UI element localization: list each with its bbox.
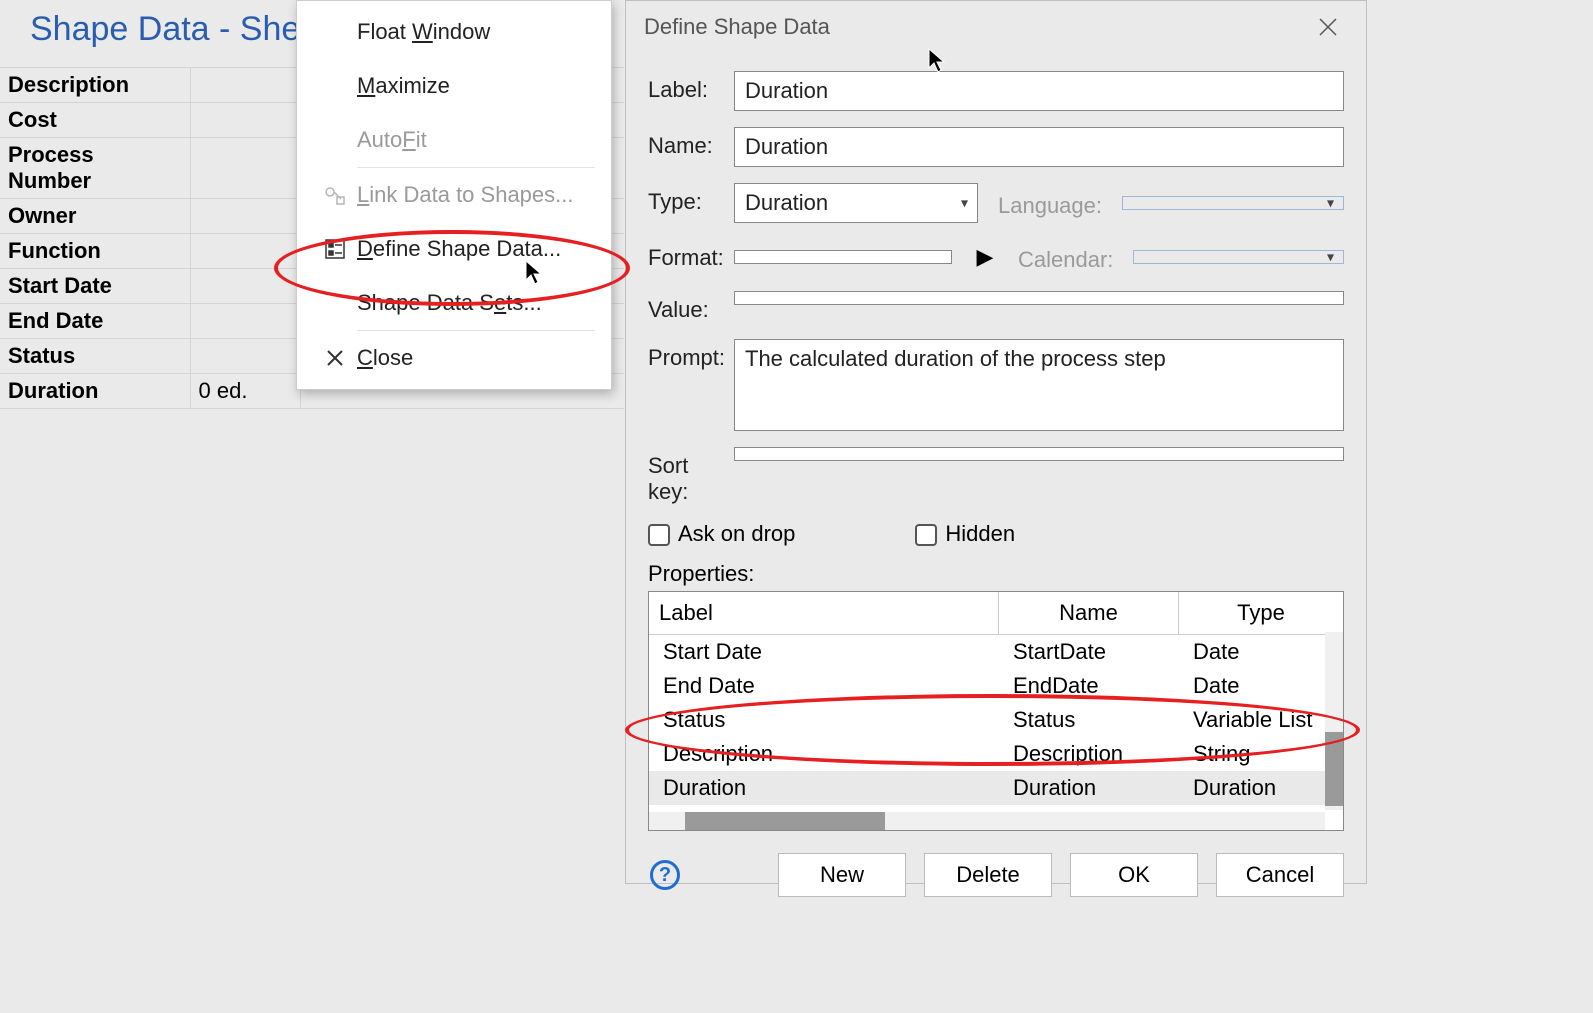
row-value[interactable]: 0 ed. bbox=[190, 374, 300, 409]
delete-button[interactable]: Delete bbox=[924, 853, 1052, 897]
label-format: Format: bbox=[648, 239, 734, 271]
sortkey-input[interactable] bbox=[734, 447, 1344, 461]
hidden-checkbox[interactable]: Hidden bbox=[915, 521, 1015, 547]
grid-header-name[interactable]: Name bbox=[999, 592, 1179, 634]
menu-maximize[interactable]: Maximize bbox=[297, 59, 611, 113]
ask-on-drop-checkbox[interactable]: Ask on drop bbox=[648, 521, 795, 547]
vertical-scrollbar[interactable] bbox=[1325, 632, 1343, 810]
checkbox-icon bbox=[915, 524, 937, 546]
row-label: End Date bbox=[0, 304, 190, 339]
row-value[interactable] bbox=[190, 269, 300, 304]
prompt-input[interactable]: The calculated duration of the process s… bbox=[734, 339, 1344, 431]
row-value[interactable] bbox=[190, 138, 300, 199]
grid-header: Label Name Type bbox=[649, 592, 1343, 635]
label-label: Label: bbox=[648, 71, 734, 103]
label-input[interactable]: Duration bbox=[734, 71, 1344, 111]
define-shape-data-icon bbox=[313, 238, 357, 260]
checkbox-icon bbox=[648, 524, 670, 546]
label-properties: Properties: bbox=[648, 561, 1344, 587]
mouse-cursor-icon bbox=[928, 48, 946, 80]
scrollbar-thumb[interactable] bbox=[1325, 732, 1343, 806]
grid-row[interactable]: End DateEndDateDate bbox=[649, 669, 1343, 703]
row-label: Description bbox=[0, 68, 190, 103]
menu-define-shape-data[interactable]: Define Shape Data... bbox=[297, 222, 611, 276]
mouse-cursor-icon bbox=[525, 260, 543, 292]
close-icon bbox=[313, 349, 357, 367]
label-type: Type: bbox=[648, 183, 734, 215]
grid-row[interactable]: Start DateStartDateDate bbox=[649, 635, 1343, 669]
format-menu-button[interactable]: ▶ bbox=[972, 239, 998, 275]
label-name: Name: bbox=[648, 127, 734, 159]
calendar-select bbox=[1133, 250, 1344, 264]
format-input[interactable] bbox=[734, 250, 952, 264]
menu-float-window[interactable]: Float Window bbox=[297, 5, 611, 59]
row-value[interactable] bbox=[190, 68, 300, 103]
row-label: Duration bbox=[0, 374, 190, 409]
row-label: Owner bbox=[0, 199, 190, 234]
row-value[interactable] bbox=[190, 103, 300, 138]
row-value[interactable] bbox=[190, 304, 300, 339]
grid-row[interactable]: StatusStatusVariable List bbox=[649, 703, 1343, 737]
dialog-titlebar[interactable]: Define Shape Data bbox=[626, 1, 1366, 53]
context-menu: Float Window Maximize AutoFit Link Data … bbox=[296, 0, 612, 390]
row-label: Status bbox=[0, 339, 190, 374]
label-language: Language: bbox=[998, 187, 1102, 219]
row-label: Process Number bbox=[0, 138, 190, 199]
grid-row[interactable]: DescriptionDescriptionString bbox=[649, 737, 1343, 771]
grid-row-selected[interactable]: DurationDurationDuration bbox=[649, 771, 1343, 805]
label-prompt: Prompt: bbox=[648, 339, 734, 371]
dialog-title: Define Shape Data bbox=[644, 14, 830, 40]
help-button[interactable]: ? bbox=[650, 860, 680, 890]
label-sortkey: Sort key: bbox=[648, 447, 734, 505]
new-button[interactable]: New bbox=[778, 853, 906, 897]
ok-button[interactable]: OK bbox=[1070, 853, 1198, 897]
row-value[interactable] bbox=[190, 234, 300, 269]
value-input[interactable] bbox=[734, 291, 1344, 305]
language-select bbox=[1122, 196, 1344, 210]
type-select[interactable]: Duration bbox=[734, 183, 978, 223]
dialog-close-button[interactable] bbox=[1308, 7, 1348, 47]
grid-body: Start DateStartDateDate End DateEndDateD… bbox=[649, 635, 1343, 805]
label-value: Value: bbox=[648, 291, 734, 323]
menu-link-data: Link Data to Shapes... bbox=[297, 168, 611, 222]
scrollbar-thumb[interactable] bbox=[685, 812, 885, 830]
row-label: Cost bbox=[0, 103, 190, 138]
grid-header-label[interactable]: Label bbox=[649, 592, 999, 634]
grid-header-type[interactable]: Type bbox=[1179, 592, 1343, 634]
row-label: Function bbox=[0, 234, 190, 269]
link-data-icon bbox=[313, 183, 357, 207]
dialog-button-row: ? New Delete OK Cancel bbox=[648, 853, 1344, 897]
row-value[interactable] bbox=[190, 339, 300, 374]
row-label: Start Date bbox=[0, 269, 190, 304]
name-input[interactable]: Duration bbox=[734, 127, 1344, 167]
define-shape-data-dialog: Define Shape Data Label: Duration Name: … bbox=[625, 0, 1367, 884]
row-value[interactable] bbox=[190, 199, 300, 234]
menu-shape-data-sets[interactable]: Shape Data Sets... bbox=[297, 276, 611, 330]
horizontal-scrollbar[interactable] bbox=[649, 812, 1325, 830]
menu-autofit: AutoFit bbox=[297, 113, 611, 167]
properties-grid[interactable]: Label Name Type Start DateStartDateDate … bbox=[648, 591, 1344, 831]
label-calendar: Calendar: bbox=[1018, 241, 1113, 273]
dialog-body: Label: Duration Name: Duration Type: Dur… bbox=[626, 53, 1366, 897]
menu-close[interactable]: Close bbox=[297, 331, 611, 385]
close-icon bbox=[1319, 18, 1337, 36]
cancel-button[interactable]: Cancel bbox=[1216, 853, 1344, 897]
